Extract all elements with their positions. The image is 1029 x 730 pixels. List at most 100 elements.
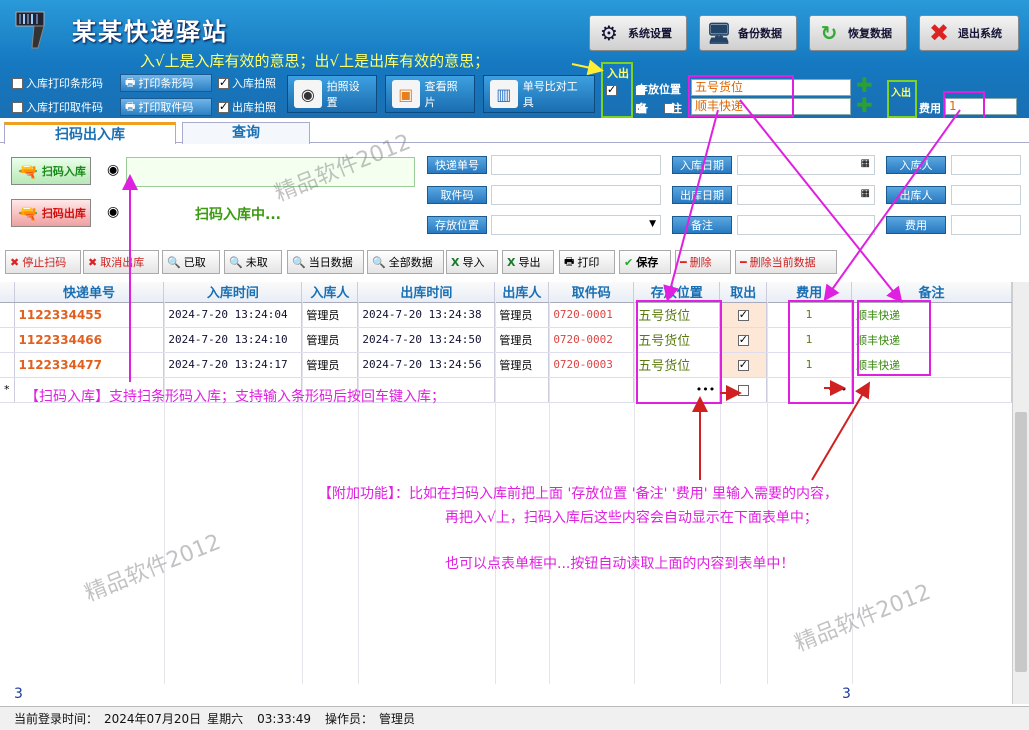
add-note-icon[interactable]: ✚ — [856, 95, 873, 115]
out-person-input[interactable] — [951, 185, 1021, 205]
pickup-code-label: 取件码 — [427, 186, 487, 204]
extra-feature-annotation-1: 【附加功能】：比如在扫码入库前把上面 '存放位置 '备注' '费用' 里输入需要… — [318, 486, 839, 502]
delete-current-button[interactable]: ━ 删除当前数据 — [735, 250, 837, 274]
export-button[interactable]: X 导出 — [502, 250, 554, 274]
print-barcode-button[interactable]: 🖶 打印条形码 — [120, 74, 212, 92]
location-filter-select[interactable]: ▼ — [491, 215, 661, 235]
column-header[interactable]: 取出 — [719, 282, 768, 303]
row-selector[interactable] — [0, 352, 15, 378]
compare-tool-button[interactable]: ▥ 单号比对工具 — [483, 75, 595, 113]
out-time-cell[interactable]: 2024-7-20 13:24:56 — [357, 352, 496, 378]
out-person-cell[interactable]: 管理员 — [494, 352, 550, 378]
import-button[interactable]: X 导入 — [446, 250, 498, 274]
out-time-cell[interactable]: 2024-7-20 13:24:50 — [357, 327, 496, 353]
pickup-code-cell[interactable]: 0720-0003 — [548, 352, 635, 378]
scan-in-button[interactable]: 🔫 扫码入库 — [11, 157, 91, 185]
taken-checkbox[interactable] — [737, 384, 749, 396]
restore-data-button[interactable]: ↻ 恢复数据 — [809, 15, 907, 51]
scan-status-text: 扫码入库中... — [195, 207, 281, 223]
in-person-cell[interactable]: 管理员 — [301, 302, 359, 328]
in-time-cell[interactable]: 2024-7-20 13:24:17 — [163, 352, 303, 378]
in-time-cell[interactable]: 2024-7-20 13:24:04 — [163, 302, 303, 328]
column-header[interactable]: 入库时间 — [163, 282, 303, 303]
photo-on-in-option[interactable]: 入库拍照 — [218, 75, 276, 91]
taken-checkbox[interactable] — [737, 358, 749, 371]
column-header[interactable]: 备注 — [851, 282, 1012, 303]
column-header[interactable]: 快递单号 — [14, 282, 165, 303]
pickup-code-input[interactable] — [491, 185, 661, 205]
empty-cell[interactable] — [494, 377, 550, 403]
column-header[interactable]: 入库人 — [301, 282, 359, 303]
note-column-highlight — [857, 300, 931, 376]
photo-on-out-option[interactable]: 出库拍照 — [218, 99, 276, 115]
webcam-icon: ◉ — [294, 80, 322, 108]
column-header[interactable]: 出库时间 — [357, 282, 496, 303]
save-button[interactable]: ✔ 保存 — [619, 250, 671, 274]
in-time-cell[interactable]: 2024-7-20 13:24:10 — [163, 327, 303, 353]
taken-cell[interactable] — [719, 302, 768, 328]
column-header[interactable]: 存放位置 — [633, 282, 721, 303]
out-person-cell[interactable]: 管理员 — [494, 302, 550, 328]
in-person-cell[interactable]: 管理员 — [301, 327, 359, 353]
in-person-cell[interactable]: 管理员 — [301, 352, 359, 378]
backup-data-button[interactable]: 🖥 备份数据 — [699, 15, 797, 51]
checkbox[interactable] — [218, 76, 229, 89]
grid-divider — [302, 302, 303, 684]
row-selector[interactable] — [0, 327, 15, 353]
tracking-no-cell[interactable]: 1122334477 — [14, 352, 165, 378]
empty-cell[interactable] — [548, 377, 635, 403]
print-barcode-on-in-option[interactable]: 入库打印条形码 — [12, 75, 103, 91]
tracking-no-input[interactable] — [491, 155, 661, 175]
system-settings-button[interactable]: ⚙ 系统设置 — [589, 15, 687, 51]
taken-checkbox[interactable] — [737, 333, 749, 346]
taken-cell[interactable] — [719, 352, 768, 378]
row-selector[interactable] — [0, 302, 15, 328]
empty-cell[interactable] — [851, 377, 1012, 403]
vertical-scrollbar[interactable] — [1012, 282, 1029, 704]
print-pickup-code-on-in-option[interactable]: 入库打印取件码 — [12, 99, 103, 115]
column-header[interactable]: 取件码 — [548, 282, 635, 303]
checkbox[interactable] — [12, 101, 23, 113]
tab-scan-in-out[interactable]: 扫码出入库 — [4, 122, 176, 144]
out-date-input[interactable]: ▦ — [737, 185, 875, 205]
out-time-cell[interactable]: 2024-7-20 13:24:38 — [357, 302, 496, 328]
out-person-cell[interactable]: 管理员 — [494, 327, 550, 353]
tab-query[interactable]: 查询 — [182, 122, 310, 144]
not-taken-filter-button[interactable]: 🔍 未取 — [224, 250, 282, 274]
exit-system-button[interactable]: ✖ 退出系统 — [919, 15, 1019, 51]
taken-filter-button[interactable]: 🔍 已取 — [162, 250, 220, 274]
checkbox[interactable] — [218, 100, 229, 113]
scrollbar-thumb[interactable] — [1015, 412, 1027, 672]
all-data-button[interactable]: 🔍 全部数据 — [367, 250, 444, 274]
location-column-highlight — [636, 300, 722, 404]
taken-cell[interactable] — [719, 377, 768, 403]
column-header[interactable]: 出库人 — [494, 282, 550, 303]
scan-out-button[interactable]: 🔫 扫码出库 — [11, 199, 91, 227]
in-date-input[interactable]: ▦ — [737, 155, 875, 175]
add-location-icon[interactable]: ✚ — [856, 75, 873, 95]
tracking-no-cell[interactable]: 1122334466 — [14, 327, 165, 353]
in-out-hint: 入√上是入库有效的意思；出√上是出库有效的意思； — [140, 52, 490, 70]
pickup-code-cell[interactable]: 0720-0002 — [548, 327, 635, 353]
taken-checkbox[interactable] — [737, 308, 749, 321]
note-filter-input[interactable] — [737, 215, 875, 235]
location-in-checkbox[interactable] — [606, 83, 617, 96]
fee-filter-input[interactable] — [951, 215, 1021, 235]
close-icon: ✖ — [928, 19, 950, 47]
checkbox[interactable] — [12, 77, 23, 89]
scan-annotation: 【扫码入库】支持扫条形码入库；支持输入条形码后按回车键入库； — [25, 389, 445, 405]
cancel-out-button[interactable]: ✖ 取消出库 — [83, 250, 159, 274]
photo-settings-button[interactable]: ◉ 拍照设置 — [287, 75, 377, 113]
view-photo-button[interactable]: ▣ 查看照片 — [385, 75, 475, 113]
search-doc-icon: 🔍 — [229, 255, 243, 269]
today-data-button[interactable]: 🔍 当日数据 — [287, 250, 364, 274]
stop-scan-button[interactable]: ✖ 停止扫码 — [5, 250, 81, 274]
print-pickup-code-button[interactable]: 🖶 打印取件码 — [120, 98, 212, 116]
print-button[interactable]: 🖶 打印 — [559, 250, 615, 274]
delete-button[interactable]: ━ 删除 — [675, 250, 731, 274]
tracking-no-cell[interactable]: 1122334455 — [14, 302, 165, 328]
taken-cell[interactable] — [719, 327, 768, 353]
pickup-code-cell[interactable]: 0720-0001 — [548, 302, 635, 328]
column-header[interactable]: 费用 — [766, 282, 853, 303]
in-person-input[interactable] — [951, 155, 1021, 175]
